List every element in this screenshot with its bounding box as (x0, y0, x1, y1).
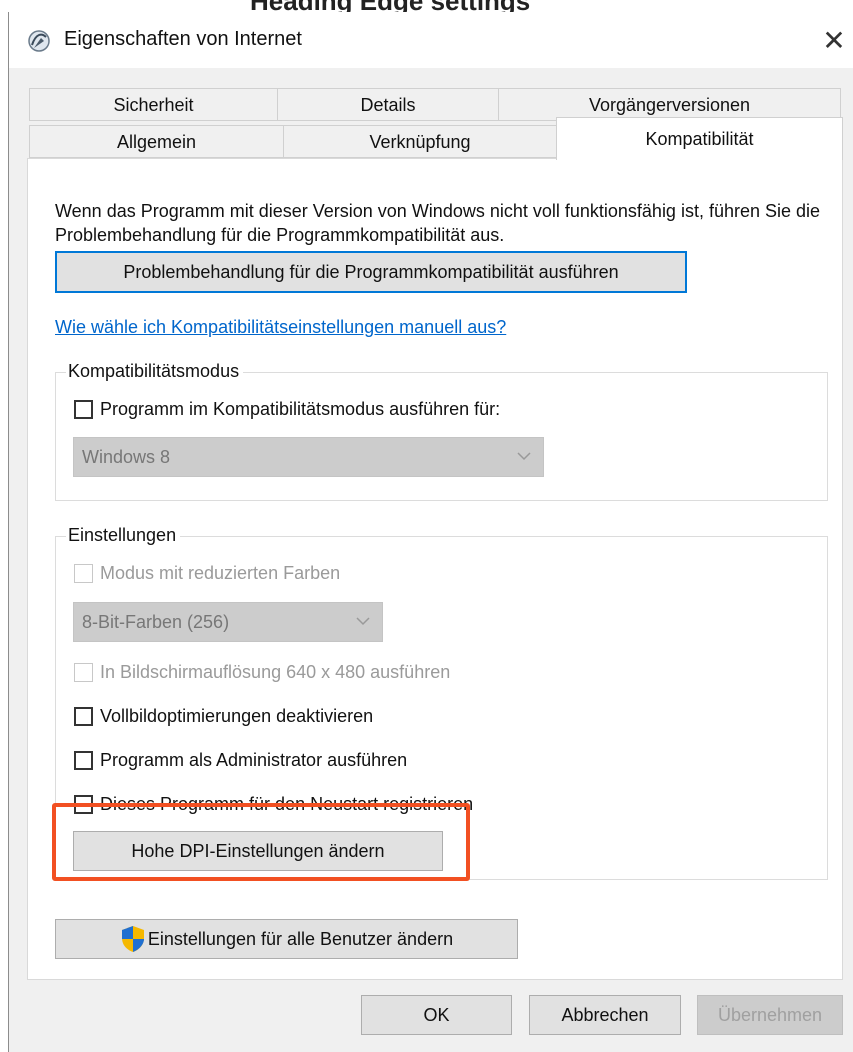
fullscreen-opt-row[interactable]: Vollbildoptimierungen deaktivieren (74, 706, 373, 727)
all-users-button-label: Einstellungen für alle Benutzer ändern (147, 928, 454, 949)
fullscreen-opt-checkbox[interactable] (74, 707, 93, 726)
ok-button[interactable]: OK (361, 995, 512, 1035)
apply-button: Übernehmen (697, 995, 843, 1035)
tab-kompatibilitaet[interactable]: Kompatibilität (556, 117, 843, 160)
troubleshoot-button[interactable]: Problembehandlung für die Programmkompat… (55, 251, 687, 293)
chevron-down-icon (356, 617, 370, 626)
tab-allgemein[interactable]: Allgemein (29, 125, 284, 158)
compat-mode-group-title: Kompatibilitätsmodus (66, 361, 244, 382)
run-as-admin-row[interactable]: Programm als Administrator ausführen (74, 750, 407, 771)
compat-mode-checkbox[interactable] (74, 400, 93, 419)
window-title: Eigenschaften von Internet (64, 28, 302, 50)
run-as-admin-checkbox[interactable] (74, 751, 93, 770)
compat-mode-checkbox-row[interactable]: Programm im Kompatibilitätsmodus ausführ… (74, 399, 500, 420)
resolution-row: In Bildschirmauflösung 640 x 480 ausführ… (74, 662, 450, 683)
internet-properties-icon (28, 30, 50, 52)
color-depth-select: 8-Bit-Farben (256) (73, 602, 383, 642)
tab-label: Details (360, 95, 416, 115)
compat-os-select[interactable]: Windows 8 (73, 437, 544, 477)
tab-details[interactable]: Details (277, 88, 499, 121)
properties-dialog: Eigenschaften von Internet ✕ Sicherheit … (8, 12, 853, 1052)
reduced-color-row: Modus mit reduzierten Farben (74, 563, 340, 584)
reduced-color-checkbox (74, 564, 93, 583)
color-depth-select-value: 8-Bit-Farben (256) (82, 611, 230, 632)
close-button[interactable]: ✕ (814, 12, 853, 68)
reduced-color-label: Modus mit reduzierten Farben (100, 563, 341, 583)
tab-label: Verknüpfung (369, 132, 471, 152)
compat-mode-checkbox-label: Programm im Kompatibilitätsmodus ausführ… (100, 399, 501, 419)
chevron-down-icon (517, 452, 531, 461)
settings-group-title: Einstellungen (66, 525, 181, 546)
resolution-label: In Bildschirmauflösung 640 x 480 ausführ… (100, 662, 451, 682)
run-as-admin-label: Programm als Administrator ausführen (100, 750, 408, 770)
intro-text: Wenn das Programm mit dieser Version von… (55, 201, 821, 245)
compat-mode-group: Kompatibilitätsmodus Programm im Kompati… (55, 361, 828, 501)
cancel-button[interactable]: Abbrechen (529, 995, 681, 1035)
uac-shield-icon (121, 926, 144, 952)
highlight-box (52, 803, 470, 881)
all-users-settings-button[interactable]: Einstellungen für alle Benutzer ändern (55, 919, 518, 959)
top-banner-cut: Heading Edge settings (0, 0, 853, 12)
compat-os-select-value: Windows 8 (82, 446, 171, 467)
tab-verknuepfung[interactable]: Verknüpfung (283, 125, 557, 158)
tab-label: Kompatibilität (645, 128, 754, 149)
tab-label: Sicherheit (113, 95, 194, 115)
title-bar: Eigenschaften von Internet ✕ (9, 12, 853, 68)
resolution-checkbox (74, 663, 93, 682)
top-banner-text: Heading Edge settings (250, 0, 530, 12)
tab-sicherheit[interactable]: Sicherheit (29, 88, 278, 121)
close-icon: ✕ (822, 23, 846, 57)
compat-help-link[interactable]: Wie wähle ich Kompatibilitätseinstellung… (55, 317, 506, 338)
tab-label: Allgemein (116, 132, 197, 152)
tab-label: Vorgängerversionen (588, 95, 751, 115)
fullscreen-opt-label: Vollbildoptimierungen deaktivieren (100, 706, 374, 726)
